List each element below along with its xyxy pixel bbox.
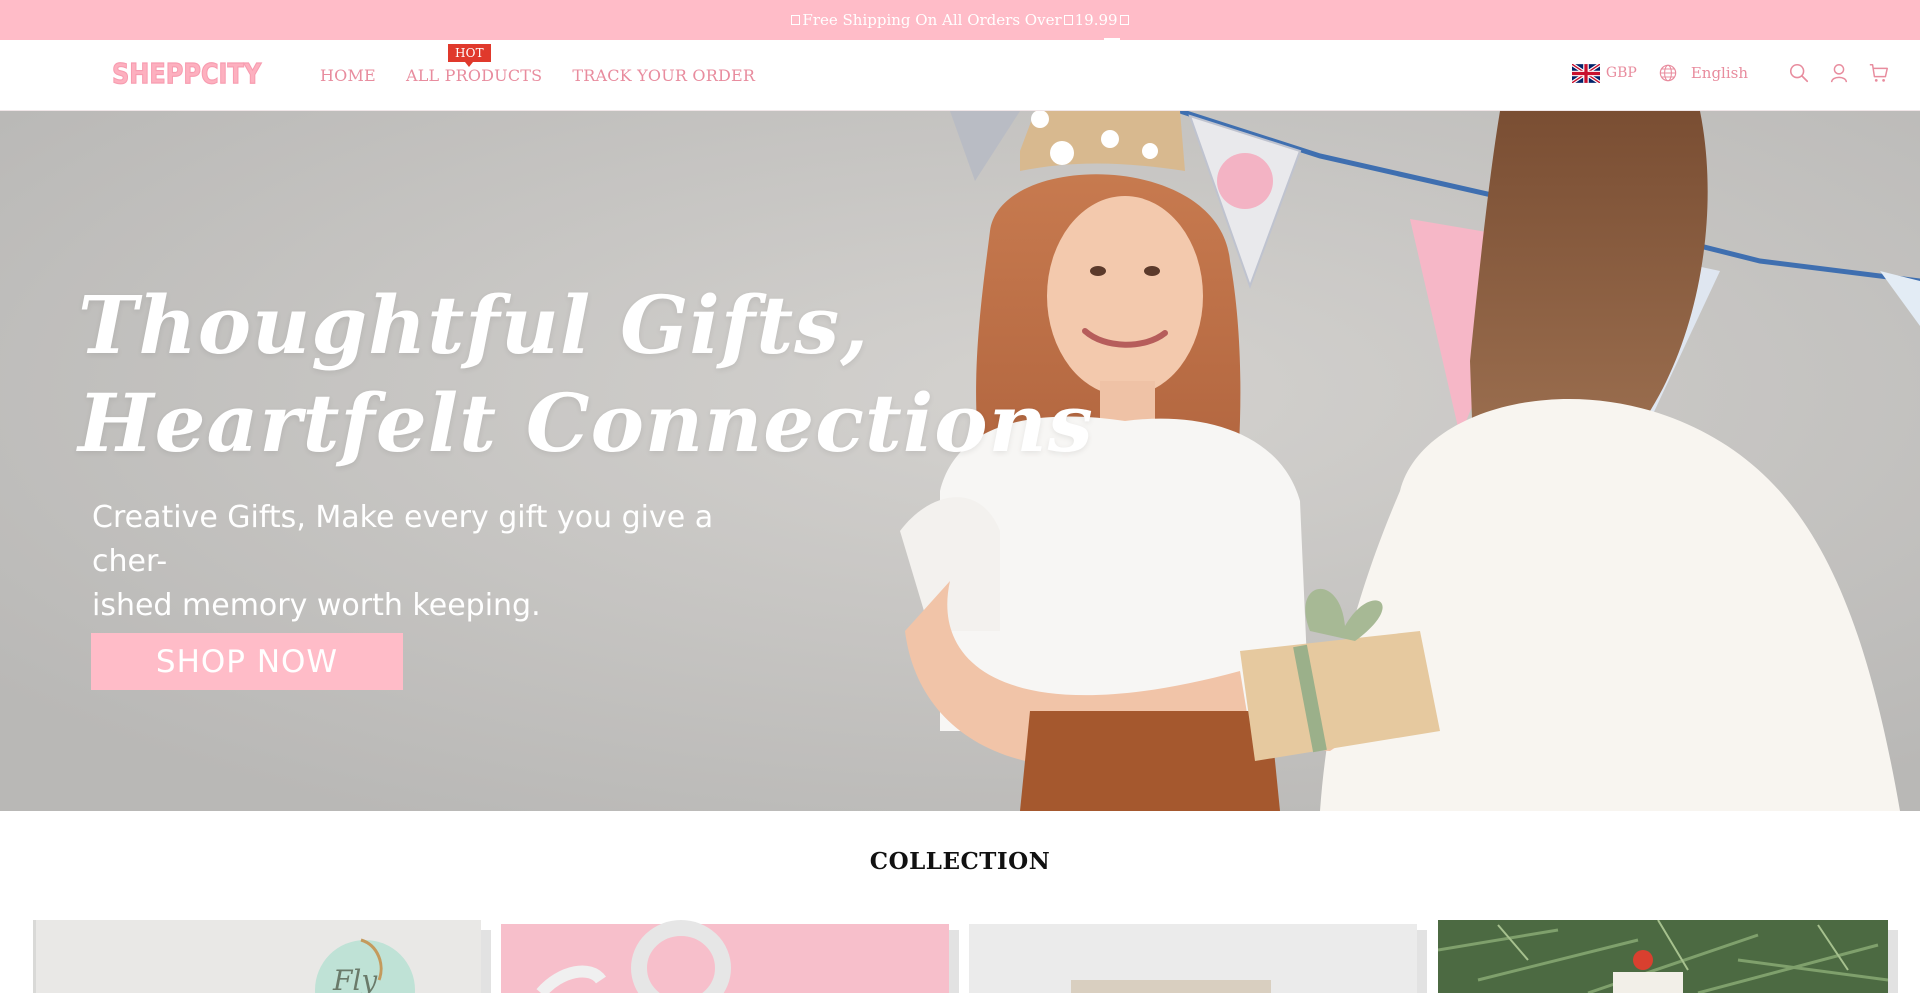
currency-label: GBP: [1605, 65, 1637, 81]
nav-all-products-label: ALL PRODUCTS: [405, 66, 543, 85]
cart-icon[interactable]: [1868, 62, 1890, 84]
globe-icon: [1659, 64, 1677, 82]
announcement-amount: 19.99: [1074, 11, 1118, 29]
uk-flag-icon: [1571, 63, 1600, 83]
collection-heading: COLLECTION: [869, 848, 1051, 875]
ornament-image: Fly: [33, 920, 481, 993]
collection-card-3[interactable]: [969, 920, 1417, 993]
nav-home[interactable]: HOME: [320, 66, 376, 85]
account-icon[interactable]: [1828, 62, 1850, 84]
site-logo[interactable]: SHEPPCITY: [111, 57, 261, 95]
collection-card-4[interactable]: [1438, 920, 1888, 993]
currency-selector[interactable]: GBP: [1571, 63, 1637, 83]
language-label: English: [1690, 64, 1748, 82]
header-utilities: GBP English: [1571, 62, 1890, 84]
ribbon-image: [501, 920, 949, 993]
hot-badge: HOT: [447, 44, 491, 67]
pine-image: [1438, 920, 1888, 993]
box-glyph-icon: [1119, 15, 1129, 25]
card-image: [969, 920, 1417, 993]
announcement-text: Free Shipping On All Orders Over: [802, 11, 1062, 29]
hero-subtitle-line1: Creative Gifts, Make every gift you give…: [92, 500, 714, 579]
nav-track-order[interactable]: TRACK YOUR ORDER: [572, 66, 755, 85]
card-shadow: [1417, 930, 1427, 993]
card-shadow: [481, 930, 491, 993]
announcement-bar: Free Shipping On All Orders Over 19.99: [0, 0, 1920, 40]
nav-track-order-label: TRACK YOUR ORDER: [572, 66, 756, 85]
box-glyph-icon: [1063, 15, 1073, 25]
box-glyph-icon: [791, 15, 801, 25]
hero-title: Thoughtful Gifts, Heartfelt Connections: [78, 276, 1094, 472]
hero-title-line1: Thoughtful Gifts,: [78, 278, 870, 372]
collection-card-1[interactable]: Fly: [33, 920, 481, 993]
hero-subtitle: Creative Gifts, Make every gift you give…: [92, 496, 792, 628]
shop-now-button[interactable]: SHOP NOW: [91, 633, 403, 690]
language-selector[interactable]: English: [1659, 64, 1748, 82]
svg-text:Fly: Fly: [332, 964, 378, 993]
hero-subtitle-line2: ished memory worth keeping.: [92, 588, 541, 623]
collection-card-2[interactable]: [501, 920, 949, 993]
card-shadow: [1888, 930, 1898, 993]
nav-all-products[interactable]: HOT ALL PRODUCTS: [405, 44, 543, 85]
nav-home-label: HOME: [320, 66, 376, 85]
main-nav: HOME HOT ALL PRODUCTS TRACK YOUR ORDER: [320, 44, 755, 85]
card-shadow: [949, 930, 959, 993]
hero-title-line2: Heartfelt Connections: [78, 376, 1094, 470]
site-header: SHEPPCITY HOME HOT ALL PRODUCTS TRACK YO…: [0, 40, 1920, 111]
search-icon[interactable]: [1788, 62, 1810, 84]
hero-banner: Thoughtful Gifts, Heartfelt Connections …: [0, 111, 1920, 811]
